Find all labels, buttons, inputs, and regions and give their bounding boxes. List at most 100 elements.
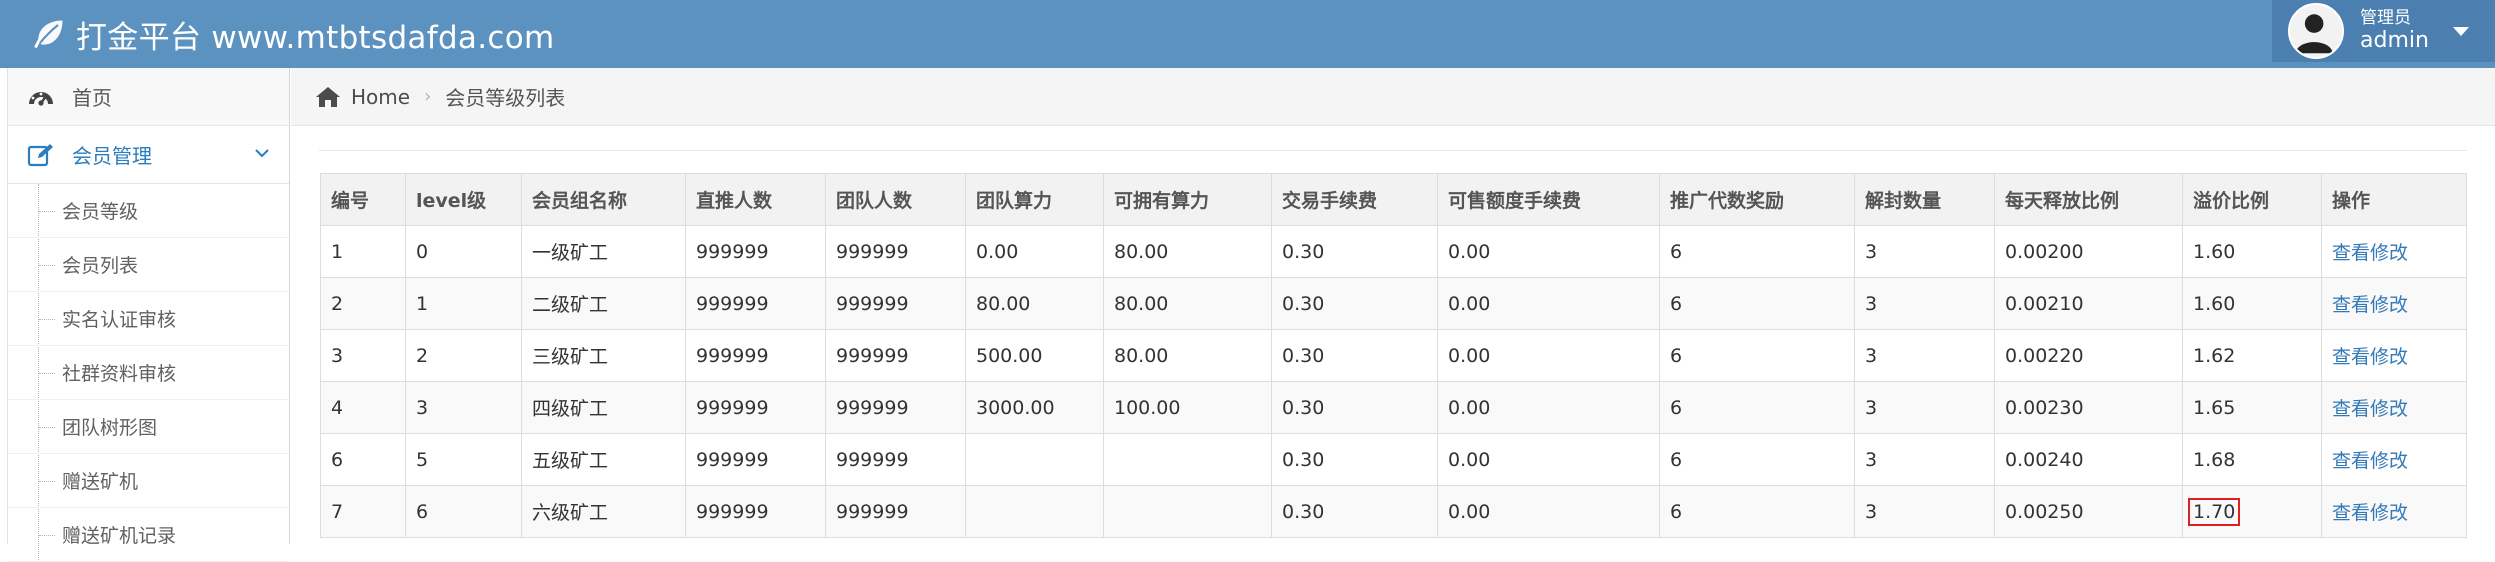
top-navbar: 打金平台 www.mtbtsdafda.com 管理员 admin	[0, 0, 2495, 68]
submenu-label: 实名认证审核	[62, 309, 177, 331]
sidebar-item-home[interactable]: 首页	[8, 68, 289, 126]
submenu-item-member-list[interactable]: 会员列表	[8, 238, 289, 292]
sidebar-item-member-management[interactable]: 会员管理	[8, 126, 289, 184]
column-header[interactable]: level级	[405, 173, 522, 226]
caret-down-icon[interactable]	[2452, 26, 2469, 36]
column-header[interactable]: 可售额度手续费	[1437, 173, 1660, 226]
table-cell: 7	[320, 485, 406, 538]
content-divider	[319, 150, 2467, 151]
submenu-item-community-review[interactable]: 社群资料审核	[8, 346, 289, 400]
submenu-label: 团队树形图	[62, 417, 158, 439]
edit-icon	[27, 143, 53, 166]
table-cell: 2	[320, 277, 406, 330]
chevron-right-icon: ›	[424, 86, 432, 107]
view-edit-link[interactable]: 查看修改	[2332, 242, 2408, 264]
table-cell: 4	[320, 381, 406, 434]
table-cell: 6	[320, 433, 406, 486]
table-cell: 0.30	[1271, 433, 1438, 486]
table-cell: 0.00	[1437, 485, 1660, 538]
table-cell: 3	[1854, 277, 1995, 330]
sidebar-item-label: 会员管理	[72, 144, 152, 168]
table-cell: 3	[1854, 329, 1995, 382]
table-cell: 999999	[685, 485, 826, 538]
table-cell: 6	[1659, 381, 1855, 434]
table-row: 2 1 二级矿工 999999 999999 80.00 80.00 0.30 …	[320, 277, 2467, 330]
user-menu[interactable]: 管理员 admin	[2272, 0, 2495, 62]
submenu-item-team-tree[interactable]: 团队树形图	[8, 400, 289, 454]
table-cell: 0.30	[1271, 485, 1438, 538]
table-cell: 6	[1659, 485, 1855, 538]
breadcrumb-home-link[interactable]: Home	[351, 85, 410, 109]
submenu-label: 会员等级	[62, 201, 139, 223]
table-cell: 3	[405, 381, 522, 434]
column-header[interactable]: 交易手续费	[1271, 173, 1438, 226]
table-cell: 查看修改	[2321, 485, 2467, 538]
table-header-row: 编号 level级 会员组名称 直推人数 团队人数 团队算力 可拥有算力 交易手…	[320, 173, 2467, 226]
column-header[interactable]: 解封数量	[1854, 173, 1995, 226]
table-cell: 1.60	[2182, 277, 2322, 330]
submenu-item-gift-miner-records[interactable]: 赠送矿机记录	[8, 508, 289, 562]
table-cell: 999999	[685, 329, 826, 382]
table-cell: 999999	[825, 485, 966, 538]
view-edit-link[interactable]: 查看修改	[2332, 502, 2408, 524]
table-cell: 1.70	[2182, 485, 2322, 538]
table-cell: 999999	[685, 381, 826, 434]
table-cell: 1.60	[2182, 225, 2322, 278]
table-cell: 0.30	[1271, 329, 1438, 382]
column-header[interactable]: 可拥有算力	[1103, 173, 1272, 226]
member-submenu: 会员等级 会员列表 实名认证审核 社群资料审核 团队树形图 赠送矿机 赠送矿机记…	[8, 184, 289, 562]
column-header[interactable]: 团队算力	[965, 173, 1104, 226]
column-header[interactable]: 每天释放比例	[1994, 173, 2183, 226]
table-cell: 2	[405, 329, 522, 382]
column-header[interactable]: 直推人数	[685, 173, 826, 226]
submenu-item-realname-review[interactable]: 实名认证审核	[8, 292, 289, 346]
submenu-item-gift-miner[interactable]: 赠送矿机	[8, 454, 289, 508]
table-cell: 999999	[825, 433, 966, 486]
sidebar: 首页 会员管理 会员等级 会员列表 实名认证审核 社群资料审核 团队树形图 赠送…	[7, 68, 290, 562]
table-cell: 0.00250	[1994, 485, 2183, 538]
table-cell: 999999	[825, 329, 966, 382]
submenu-item-member-level[interactable]: 会员等级	[8, 184, 289, 238]
brand-title: 打金平台 www.mtbtsdafda.com	[76, 19, 555, 56]
table-cell: 3	[320, 329, 406, 382]
table-cell: 80.00	[1103, 277, 1272, 330]
table-cell: 3	[1854, 485, 1995, 538]
table-cell: 0.00240	[1994, 433, 2183, 486]
column-header[interactable]: 会员组名称	[521, 173, 686, 226]
table-cell: 0.00	[1437, 433, 1660, 486]
column-header[interactable]: 编号	[320, 173, 406, 226]
table-cell	[1103, 433, 1272, 486]
table-row: 4 3 四级矿工 999999 999999 3000.00 100.00 0.…	[320, 381, 2467, 434]
home-icon[interactable]	[315, 85, 341, 109]
table-cell: 0.00220	[1994, 329, 2183, 382]
brand[interactable]: 打金平台 www.mtbtsdafda.com	[30, 0, 554, 68]
view-edit-link[interactable]: 查看修改	[2332, 398, 2408, 420]
table-cell	[965, 485, 1104, 538]
table-cell: 0.00	[1437, 225, 1660, 278]
table-cell: 3	[1854, 433, 1995, 486]
view-edit-link[interactable]: 查看修改	[2332, 346, 2408, 368]
table-cell: 查看修改	[2321, 433, 2467, 486]
table-cell: 80.00	[1103, 225, 1272, 278]
table-cell: 999999	[825, 277, 966, 330]
view-edit-link[interactable]: 查看修改	[2332, 450, 2408, 472]
table-cell: 六级矿工	[521, 485, 686, 538]
highlighted-premium-value: 1.70	[2188, 497, 2241, 526]
table-cell: 查看修改	[2321, 225, 2467, 278]
view-edit-link[interactable]: 查看修改	[2332, 294, 2408, 316]
column-header[interactable]: 推广代数奖励	[1659, 173, 1855, 226]
table-cell: 3000.00	[965, 381, 1104, 434]
table-cell: 999999	[685, 433, 826, 486]
table-row: 3 2 三级矿工 999999 999999 500.00 80.00 0.30…	[320, 329, 2467, 382]
table-cell: 0.00210	[1994, 277, 2183, 330]
column-header[interactable]: 溢价比例	[2182, 173, 2322, 226]
table-cell: 查看修改	[2321, 329, 2467, 382]
submenu-label: 社群资料审核	[62, 363, 177, 385]
table-cell: 1	[405, 277, 522, 330]
breadcrumb-current: 会员等级列表	[445, 86, 566, 110]
table-cell: 0.30	[1271, 277, 1438, 330]
column-header[interactable]: 团队人数	[825, 173, 966, 226]
chevron-down-icon[interactable]	[255, 146, 269, 160]
submenu-label: 会员列表	[62, 255, 139, 277]
table-cell: 三级矿工	[521, 329, 686, 382]
